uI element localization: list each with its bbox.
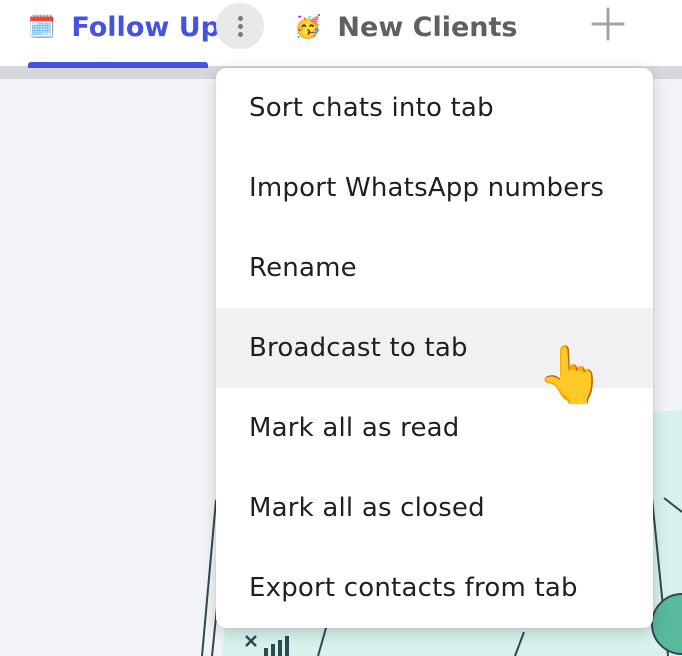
menu-item-broadcast[interactable]: Broadcast to tab <box>216 308 653 388</box>
tab-options-button[interactable] <box>216 3 264 49</box>
party-face-icon: 🥳 <box>294 14 322 40</box>
menu-item-sort-chats[interactable]: Sort chats into tab <box>216 68 653 148</box>
menu-item-export-contacts[interactable]: Export contacts from tab <box>216 548 653 628</box>
tab-new-clients[interactable]: 🥳 New Clients <box>294 0 518 54</box>
tab-options-menu: Sort chats into tab Import WhatsApp numb… <box>216 68 653 628</box>
menu-item-mark-closed[interactable]: Mark all as closed <box>216 468 653 548</box>
more-vertical-icon <box>237 15 243 37</box>
menu-item-import-whatsapp[interactable]: Import WhatsApp numbers <box>216 148 653 228</box>
tab-label: New Clients <box>337 11 518 43</box>
plus-icon[interactable] <box>590 6 626 42</box>
tab-follow-up[interactable]: 🗓️ Follow Up <box>28 0 220 54</box>
menu-item-rename[interactable]: Rename <box>216 228 653 308</box>
menu-item-mark-read[interactable]: Mark all as read <box>216 388 653 468</box>
calendar-icon: 🗓️ <box>28 14 56 40</box>
tab-label: Follow Up <box>71 11 220 43</box>
active-tab-indicator <box>28 62 208 68</box>
